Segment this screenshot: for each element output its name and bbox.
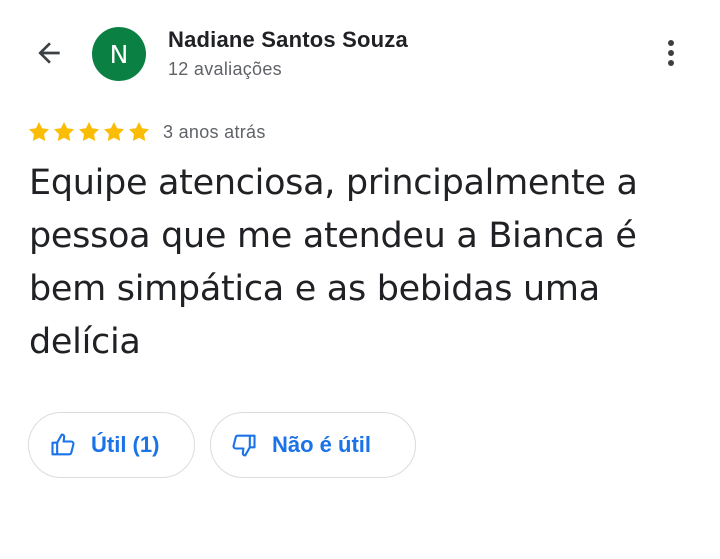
- reviewer-name[interactable]: Nadiane Santos Souza: [168, 27, 408, 53]
- star-icon: [29, 122, 49, 142]
- rating-row: 3 anos atrás: [27, 119, 266, 145]
- back-button[interactable]: [22, 26, 76, 80]
- thumb-down-icon: [232, 434, 256, 457]
- review-date: 3 anos atrás: [163, 121, 266, 142]
- star-icon: [54, 122, 74, 142]
- useful-label: Útil (1): [91, 432, 160, 457]
- avatar[interactable]: N: [92, 27, 146, 81]
- not-useful-button[interactable]: Não é útil: [210, 412, 416, 478]
- star-rating: [27, 120, 151, 144]
- useful-button[interactable]: Útil (1): [28, 412, 195, 478]
- review-text: Equipe atenciosa, principalmente a pesso…: [29, 163, 638, 362]
- thumb-up-icon: [51, 433, 75, 456]
- star-icon: [79, 122, 99, 142]
- reviewer-review-count: 12 avaliações: [168, 59, 282, 79]
- more-vert-icon: [668, 40, 674, 66]
- avatar-letter: N: [109, 39, 129, 69]
- star-icon: [129, 122, 149, 142]
- not-useful-label: Não é útil: [272, 432, 372, 457]
- more-options-button[interactable]: [650, 30, 692, 76]
- star-icon: [104, 122, 124, 142]
- arrow-back-icon: [38, 42, 60, 64]
